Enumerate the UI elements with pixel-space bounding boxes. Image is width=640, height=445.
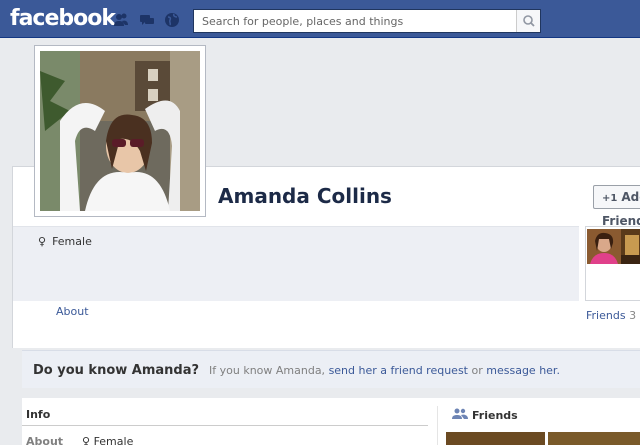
info-heading: Info [26,408,51,421]
about-link[interactable]: About [56,305,89,318]
friends-link-label: Friends [586,309,626,322]
friend-thumbnail[interactable] [587,229,621,264]
gender-info: ♀ Female [38,235,92,248]
do-you-know-title: Do you know Amanda? [33,363,200,378]
female-icon: ♀ [82,435,91,445]
top-navigation-bar: facebook [0,0,640,38]
search-input[interactable] [194,10,516,32]
female-icon: ♀ [38,235,47,248]
messages-icon[interactable] [139,12,155,28]
friends-heading-label: Friends [472,409,518,422]
friend-requests-icon[interactable] [113,12,129,28]
message-her-link[interactable]: message her. [486,364,560,377]
search-icon [523,15,535,27]
about-label: About [26,435,64,445]
profile-photo-image [40,51,200,211]
add-friend-button[interactable]: +1Add Friend [593,185,640,228]
do-you-know-bar: Do you know Amanda? If you know Amanda, … [22,350,640,388]
info-divider [22,425,428,426]
column-divider [437,406,438,445]
gender-text: Female [52,235,92,248]
add-friend-icon: +1 [602,193,618,204]
gender-text: Female [93,435,134,445]
profile-picture[interactable] [34,45,206,217]
friends-count: 3 [629,309,637,322]
know-text-prefix: If you know Amanda, [209,364,326,377]
send-friend-request-link[interactable]: send her a friend request [329,364,468,377]
friend-photo-tile[interactable] [446,432,545,445]
profile-name[interactable]: Amanda Collins [218,184,392,208]
know-text-or: or [471,364,483,377]
search-box [193,9,541,33]
friends-icon [452,408,468,419]
profile-info-box [13,226,579,301]
gender-info-detail: ♀ Female [82,435,133,445]
friend-photo-tile[interactable] [548,432,640,445]
facebook-logo[interactable]: facebook [6,5,119,33]
friend-thumbnail[interactable] [621,229,640,264]
do-you-know-text: If you know Amanda, send her a friend re… [209,364,560,377]
friends-heading[interactable]: Friends [452,408,518,422]
notifications-globe-icon[interactable] [164,12,180,28]
friends-link[interactable]: Friends 3 [586,309,636,322]
search-button[interactable] [516,10,540,32]
